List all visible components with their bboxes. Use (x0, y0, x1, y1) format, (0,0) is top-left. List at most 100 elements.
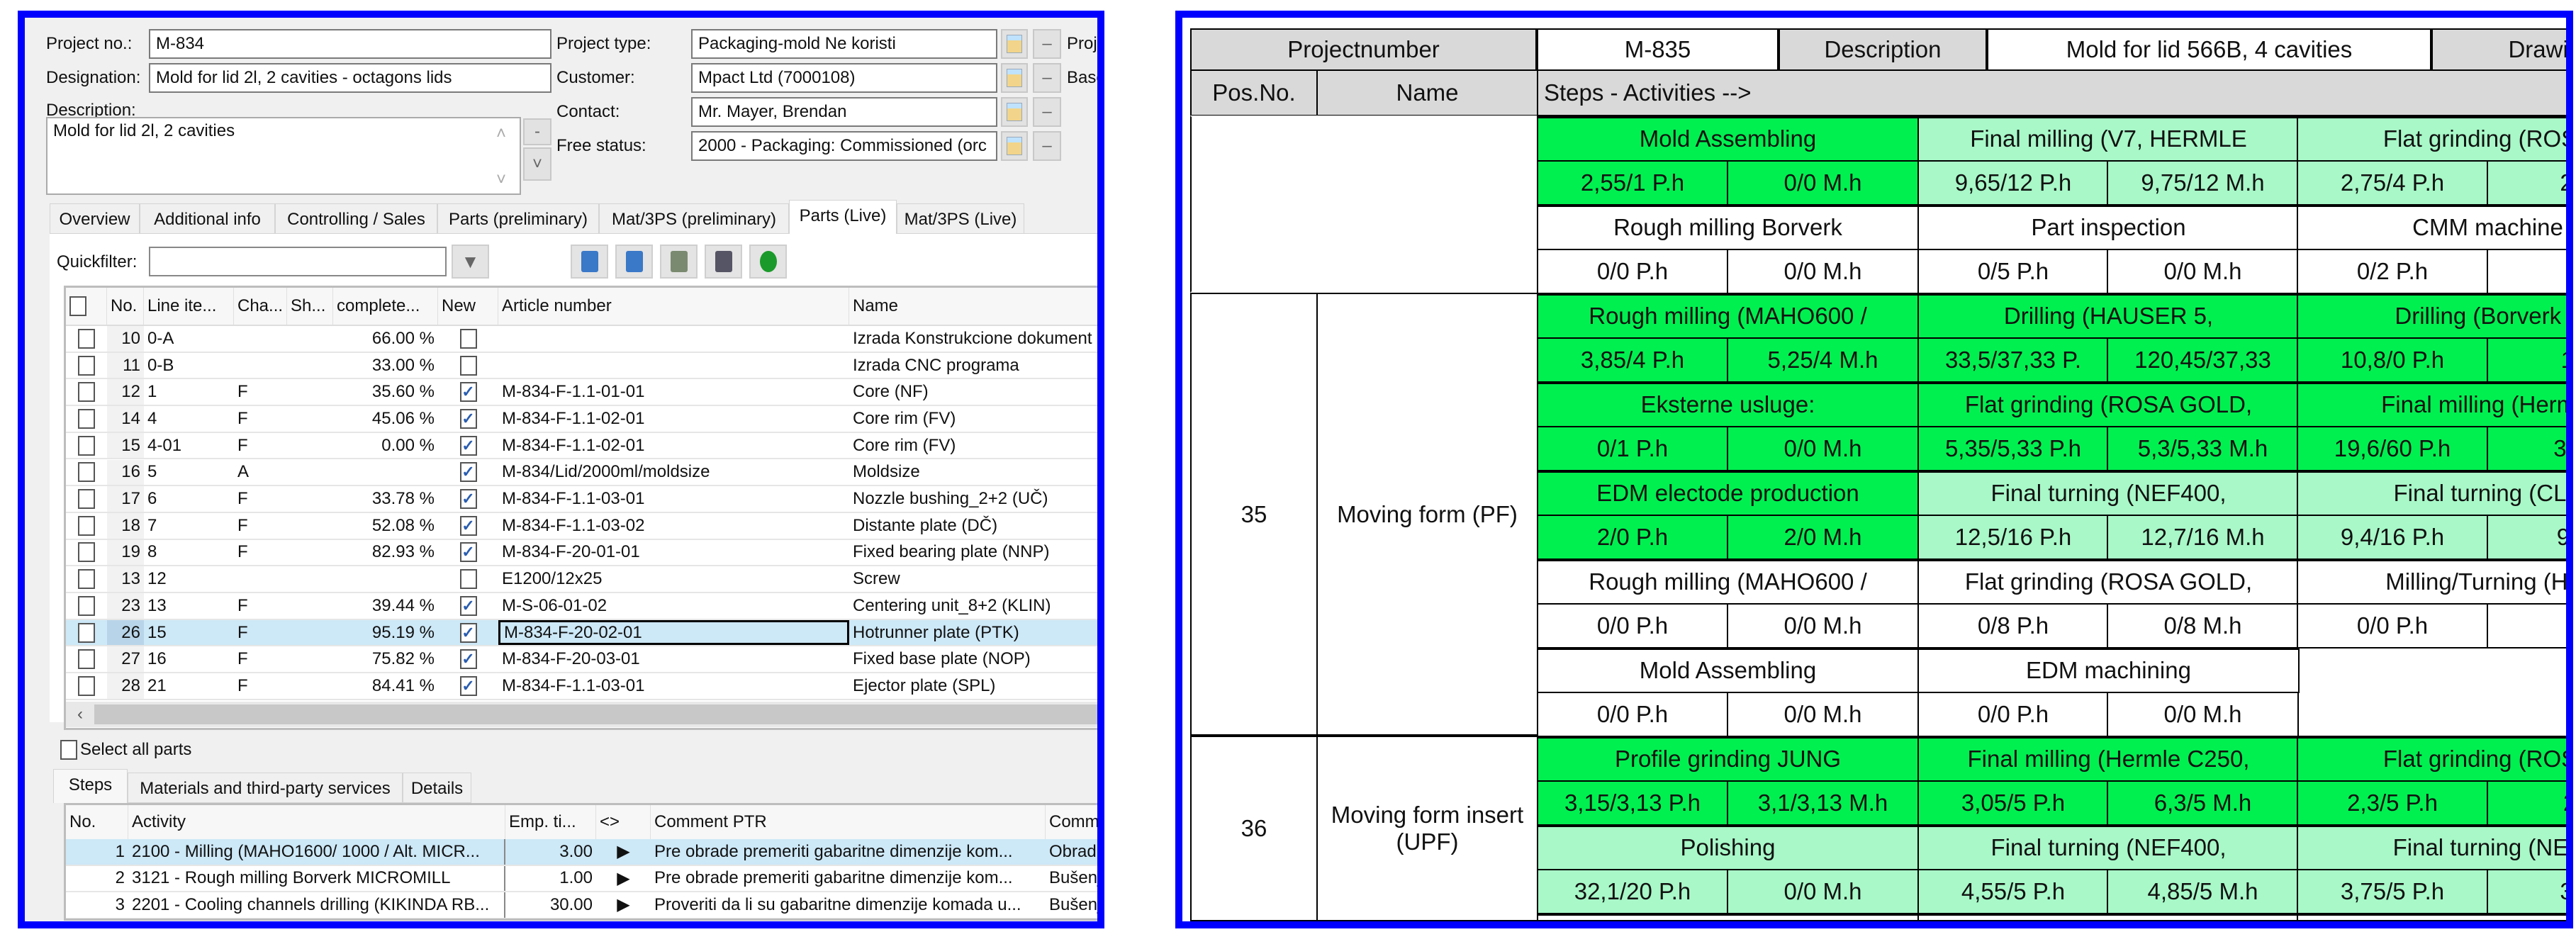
column-header[interactable]: Article number (498, 288, 849, 325)
column-header[interactable] (66, 288, 107, 325)
field-input[interactable]: Packaging-mold Ne koristi (691, 29, 997, 59)
new-checkbox[interactable] (459, 569, 477, 590)
new-checkbox[interactable]: ✓ (459, 675, 477, 696)
select-all-parts-checkbox[interactable] (60, 740, 77, 760)
new-checkbox[interactable]: ✓ (459, 462, 477, 483)
column-header[interactable]: Comm (1046, 805, 1097, 839)
column-header[interactable]: Line ite... (144, 288, 234, 325)
calculator-button[interactable] (660, 245, 698, 279)
table-row[interactable]: 15 4-01 F 0.00 % ✓ M-834-F-1.1-02-01 Core rim … (66, 432, 1097, 460)
cell-new[interactable]: ✓ (438, 540, 498, 566)
cell-new[interactable]: ✓ (438, 486, 498, 512)
field-input[interactable]: Mpact Ltd (7000108) (691, 63, 997, 93)
row-checkbox[interactable] (78, 355, 95, 376)
row-checkbox[interactable] (78, 489, 95, 510)
column-header[interactable]: No. (107, 288, 144, 325)
clear-button[interactable]: – (1033, 29, 1061, 59)
row-select[interactable] (66, 566, 107, 592)
select-all-checkbox[interactable] (69, 296, 86, 316)
table-row[interactable]: 11 0-B 33.00 % Izrada CNC programa (66, 352, 1097, 380)
row-checkbox[interactable] (78, 569, 95, 590)
table-row[interactable]: 10 0-A 66.00 % Izrada Konstrukcione dokumen… (66, 326, 1097, 353)
column-header[interactable]: Sh... (287, 288, 333, 325)
cell-article-number[interactable]: M-834-F-20-01-01 (498, 540, 849, 566)
select-all-parts[interactable]: Select all parts (60, 736, 191, 764)
row-checkbox[interactable] (78, 622, 95, 643)
row-select[interactable] (66, 620, 107, 646)
table-row[interactable]: 1 2100 - Milling (MAHO1600/ 1000 / Alt. M… (66, 839, 1097, 866)
cell-new[interactable]: ✓ (438, 460, 498, 485)
new-checkbox[interactable]: ✓ (459, 382, 477, 403)
column-header[interactable]: complete... (333, 288, 438, 325)
new-checkbox[interactable]: ✓ (459, 542, 477, 563)
table-row[interactable]: 3 2201 - Cooling channels drilling (KIKIN… (66, 892, 1097, 919)
new-checkbox[interactable]: ✓ (459, 649, 477, 670)
row-select[interactable] (66, 646, 107, 672)
cell-article-number[interactable]: M-834-F-1.1-01-01 (498, 379, 849, 405)
new-checkbox[interactable]: ✓ (459, 622, 477, 643)
new-checkbox[interactable]: ✓ (459, 515, 477, 536)
print-button[interactable] (705, 245, 742, 279)
column-header[interactable]: New (438, 288, 498, 325)
table-row[interactable]: 14 4 F 45.06 % ✓ M-834-F-1.1-02-01 Core rim (F… (66, 406, 1097, 433)
cell-article-number[interactable]: E1200/12x25 (498, 566, 849, 592)
cell-article-number[interactable]: M-834-F-1.1-02-01 (498, 433, 849, 459)
expand-arrow-icon[interactable]: ▶ (596, 892, 651, 918)
clear-button[interactable]: – (1033, 63, 1061, 93)
tab-parts-preliminary-[interactable]: Parts (preliminary) (437, 203, 599, 234)
column-header[interactable]: Comment PTR (651, 805, 1046, 839)
cell-new[interactable]: ✓ (438, 406, 498, 432)
table-row[interactable]: 2 3121 - Rough milling Borverk MICROMILL 1… (66, 865, 1097, 892)
column-header[interactable]: Emp. ti... (505, 805, 596, 839)
table-row[interactable]: 23 13 F 39.44 % ✓ M-S-06-01-02 Centering unit_… (66, 593, 1097, 620)
row-select[interactable] (66, 379, 107, 405)
description-minus-button[interactable]: - (523, 118, 551, 145)
table-row[interactable]: 26 15 F 95.19 % ✓ M-834-F-20-02-01 Hotrunner p… (66, 619, 1097, 647)
row-checkbox[interactable] (78, 328, 95, 349)
cell-article-number[interactable]: M-834-F-20-03-01 (498, 646, 849, 672)
cell-new[interactable] (438, 353, 498, 378)
field-input[interactable]: M-834 (149, 29, 551, 59)
quickfilter-input[interactable] (149, 247, 447, 276)
new-checkbox[interactable] (459, 355, 477, 376)
row-checkbox[interactable] (78, 408, 95, 429)
tab-parts-live-[interactable]: Parts (Live) (789, 200, 897, 234)
column-header[interactable]: Activity (128, 805, 505, 839)
column-header[interactable]: Name (849, 288, 1097, 325)
row-select[interactable] (66, 460, 107, 485)
lookup-button[interactable] (1001, 63, 1028, 93)
table-row[interactable]: 19 8 F 82.93 % ✓ M-834-F-20-01-01 Fixed bearin… (66, 539, 1097, 567)
table-row[interactable]: 16 5 A ✓ M-834/Lid/2000ml/moldsize Moldsize (66, 459, 1097, 487)
cell-new[interactable]: ✓ (438, 593, 498, 619)
table-row[interactable]: 18 7 F 52.08 % ✓ M-834-F-1.1-03-02 Distante pl… (66, 512, 1097, 540)
row-checkbox[interactable] (78, 462, 95, 483)
cell-new[interactable]: ✓ (438, 673, 498, 699)
lookup-button[interactable] (1001, 131, 1028, 161)
tab-materials-and-third-party-services[interactable]: Materials and third-party services (128, 773, 403, 803)
lookup-button[interactable] (1001, 97, 1028, 127)
cell-article-number[interactable]: M-834-F-1.1-03-01 (498, 486, 849, 512)
cell-article-number[interactable]: M-834-F-1.1-03-02 (498, 513, 849, 539)
cell-article-number[interactable]: M-834-F-20-02-01 (498, 619, 849, 646)
cell-new[interactable]: ✓ (438, 513, 498, 539)
field-input[interactable]: Mold for lid 2l, 2 cavities - octagons l… (149, 63, 551, 93)
tab-additional-info[interactable]: Additional info (140, 203, 275, 234)
cell-article-number[interactable] (498, 326, 849, 352)
table-row[interactable]: 12 1 F 35.60 % ✓ M-834-F-1.1-01-01 Core (NF) (66, 379, 1097, 407)
cell-article-number[interactable]: M-S-06-01-02 (498, 593, 849, 619)
scroll-down-icon[interactable]: ˅ (496, 170, 506, 190)
lookup-button[interactable] (1001, 29, 1028, 59)
table-row[interactable]: 17 6 F 33.78 % ✓ M-834-F-1.1-03-01 Nozzle bush… (66, 486, 1097, 513)
run-button[interactable] (749, 245, 787, 279)
table-row[interactable]: 27 16 F 75.82 % ✓ M-834-F-20-03-01 Fixed base … (66, 646, 1097, 674)
tab-details[interactable]: Details (403, 773, 471, 803)
filter-button[interactable]: ▼ (452, 245, 489, 279)
cell-article-number[interactable]: M-834-F-1.1-02-01 (498, 406, 849, 432)
expand-arrow-icon[interactable]: ▶ (596, 839, 651, 865)
row-checkbox[interactable] (78, 649, 95, 670)
description-textarea[interactable]: Mold for lid 2l, 2 cavities (46, 117, 521, 195)
row-select[interactable] (66, 540, 107, 566)
row-checkbox[interactable] (78, 675, 95, 696)
cell-new[interactable]: ✓ (438, 646, 498, 672)
import-button[interactable] (615, 245, 653, 279)
